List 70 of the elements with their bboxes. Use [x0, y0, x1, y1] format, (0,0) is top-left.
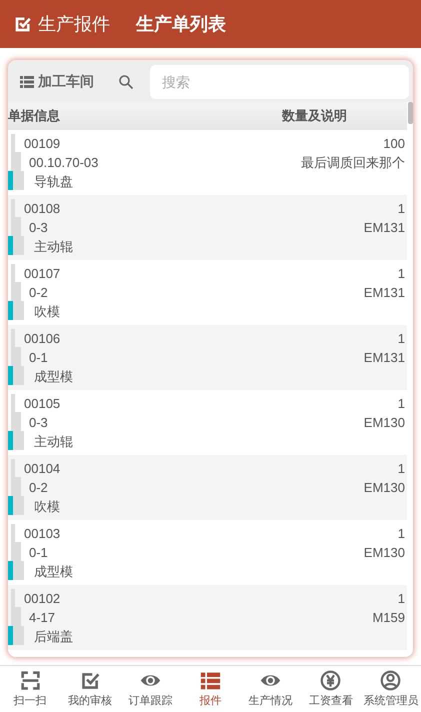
order-number: 00103 — [24, 525, 62, 543]
checkbox-icon — [14, 15, 32, 33]
order-row[interactable]: 00105 0-3 主动辊 1 EM130 — [8, 390, 407, 455]
order-note: EM130 — [364, 544, 405, 562]
search-field[interactable]: 搜索 — [150, 65, 409, 99]
part-name: 吹模 — [33, 498, 60, 516]
order-note: EM130 — [364, 479, 405, 497]
order-note: 最后调质回来那个 — [301, 154, 405, 172]
part-code: 0-2 — [28, 284, 49, 302]
user-icon — [380, 670, 402, 691]
part-code: 0-2 — [28, 479, 49, 497]
nav-tab[interactable]: 订单跟踪 — [120, 666, 180, 712]
order-row[interactable]: 00106 0-1 成型模 1 EM131 — [8, 325, 407, 390]
part-name: 成型模 — [33, 563, 73, 581]
page-title: 生产单列表 — [136, 13, 226, 36]
quantity: 1 — [398, 395, 405, 413]
column-header: 数量及说明 — [282, 107, 347, 125]
scan-icon — [20, 670, 41, 691]
order-row[interactable]: 00107 0-2 吹模 1 EM131 — [8, 260, 407, 325]
part-name: 主动辊 — [33, 433, 73, 451]
checkbox-icon — [80, 670, 101, 691]
order-row[interactable]: 00104 0-2 吹模 1 EM130 — [8, 455, 407, 520]
order-row[interactable]: 00108 0-3 主动辊 1 EM131 — [8, 195, 407, 260]
column-header: 单据信息 — [8, 107, 60, 125]
part-name: 主动辊 — [33, 238, 73, 256]
quantity: 1 — [398, 525, 405, 543]
quantity: 1 — [398, 460, 405, 478]
part-name: 吹模 — [33, 303, 60, 321]
part-name: 后端盖 — [33, 628, 73, 646]
scrollbar[interactable] — [408, 102, 413, 124]
order-row[interactable]: 00109 00.10.70-03 导轨盘 100 最后调质回来那个 — [8, 130, 407, 195]
nav-tab[interactable]: 报件 — [180, 666, 241, 712]
order-row[interactable]: 00103 0-1 成型模 1 EM130 — [8, 520, 407, 585]
search-icon[interactable] — [118, 74, 134, 90]
order-number: 00106 — [24, 330, 62, 348]
order-note: EM130 — [364, 414, 405, 432]
nav-tab[interactable]: 我的审核 — [60, 666, 120, 712]
part-code: 0-3 — [28, 414, 49, 432]
yen-icon — [320, 670, 342, 691]
quantity: 1 — [398, 200, 405, 218]
order-number: 00109 — [24, 135, 62, 153]
part-code: 00.10.70-03 — [28, 154, 98, 172]
list-icon — [200, 670, 221, 691]
order-note: EM131 — [364, 349, 405, 367]
part-code: 4-17 — [28, 609, 56, 627]
part-code: 0-1 — [28, 349, 49, 367]
quantity: 100 — [383, 135, 405, 153]
quantity: 1 — [398, 265, 405, 283]
order-number: 00102 — [24, 590, 62, 608]
part-code: 0-1 — [28, 544, 49, 562]
order-number: 00105 — [24, 395, 62, 413]
order-number: 00108 — [24, 200, 62, 218]
app-title: 生产报件 — [38, 13, 110, 36]
order-number: 00107 — [24, 265, 60, 283]
quantity: 1 — [398, 330, 405, 348]
part-code: 0-3 — [28, 219, 49, 237]
quantity: 1 — [398, 590, 405, 608]
order-row[interactable]: 00102 4-17 后端盖 1 M159 — [8, 585, 407, 650]
part-name: 成型模 — [33, 368, 73, 386]
workshop-filter[interactable]: 加工车间 — [14, 73, 100, 91]
nav-tab[interactable]: 系统管理员 — [360, 666, 421, 712]
nav-tab[interactable]: 生产情况 — [240, 666, 301, 712]
list-icon — [20, 76, 34, 88]
order-note: M159 — [372, 609, 405, 627]
nav-tab[interactable]: 工资查看 — [300, 666, 361, 712]
order-number: 00104 — [24, 460, 60, 478]
order-note: EM131 — [364, 284, 405, 302]
nav-tab[interactable]: 扫一扫 — [0, 666, 60, 712]
order-note: EM131 — [364, 219, 405, 237]
part-name: 导轨盘 — [33, 173, 74, 191]
